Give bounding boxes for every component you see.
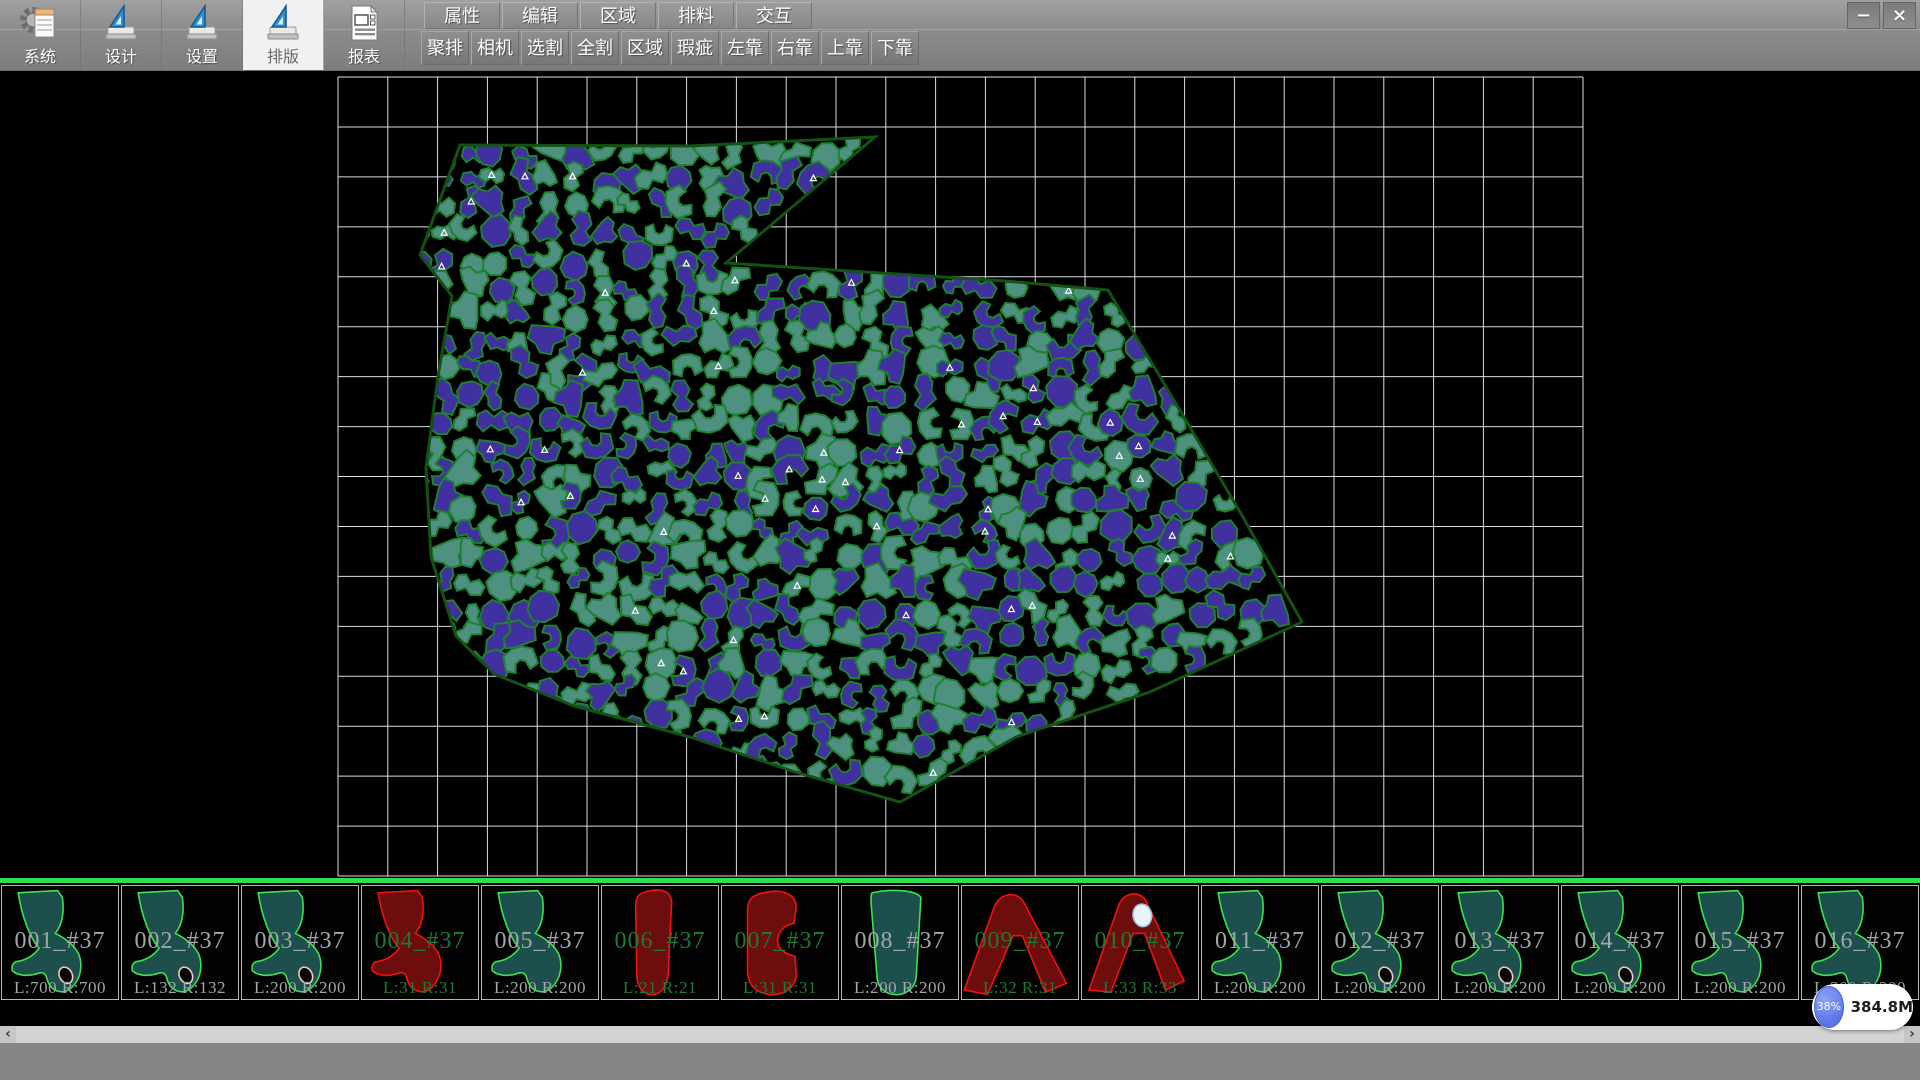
- tool-cut-selected[interactable]: 选割: [521, 31, 569, 65]
- piece-id-label: 005_#37: [482, 928, 598, 955]
- tab-edit[interactable]: 编辑: [502, 2, 578, 29]
- piece-id-label: 007_#37: [722, 928, 838, 955]
- app-button-settings[interactable]: 设置: [162, 0, 243, 70]
- status-bar: [0, 1043, 1920, 1080]
- nesting-canvas[interactable]: [0, 70, 1920, 878]
- piece-thumbnail-008[interactable]: 008_#37 L:200 R:200: [841, 885, 959, 1000]
- piece-counts-label: L:31 R:31: [722, 978, 838, 998]
- piece-thumbnail-002[interactable]: 002_#37 L:132 R:132: [121, 885, 239, 1000]
- tool-align-top[interactable]: 上靠: [821, 31, 869, 65]
- piece-thumbnail-009[interactable]: 009_#37 L:32 R:31: [961, 885, 1079, 1000]
- minimize-button[interactable]: −: [1847, 2, 1880, 29]
- piece-counts-label: L:200 R:200: [242, 978, 358, 998]
- scroll-right-arrow[interactable]: ›: [1904, 1026, 1920, 1043]
- tool-align-bottom[interactable]: 下靠: [871, 31, 919, 65]
- piece-counts-label: L:31 R:31: [362, 978, 478, 998]
- piece-id-label: 013_#37: [1442, 928, 1558, 955]
- piece-id-label: 006_#37: [602, 928, 718, 955]
- memory-value: 384.8M: [1851, 998, 1913, 1016]
- tool-align-right[interactable]: 右靠: [771, 31, 819, 65]
- piece-counts-label: L:700 R:700: [2, 978, 118, 998]
- piece-thumbnail-006[interactable]: 006_#37 L:21 R:21: [601, 885, 719, 1000]
- piece-id-label: 003_#37: [242, 928, 358, 955]
- gear-document-icon: [20, 3, 60, 43]
- app-button-label: 设置: [162, 43, 242, 67]
- memory-usage-badge: 38% 384.8M: [1812, 984, 1913, 1030]
- piece-id-label: 009_#37: [962, 928, 1078, 955]
- piece-id-label: 010_#37: [1082, 928, 1198, 955]
- tool-region[interactable]: 区域: [621, 31, 669, 65]
- piece-counts-label: L:21 R:21: [602, 978, 718, 998]
- piece-id-label: 014_#37: [1562, 928, 1678, 955]
- piece-thumbnail-strip: 001_#37L:700 R:700002_#37L:132 R:132003_…: [0, 883, 1920, 1026]
- piece-id-label: 011_#37: [1202, 928, 1318, 955]
- piece-thumbnail-003[interactable]: 003_#37 L:200 R:200: [241, 885, 359, 1000]
- app-button-design[interactable]: 设计: [81, 0, 162, 70]
- piece-counts-label: L:200 R:200: [1562, 978, 1678, 998]
- piece-id-label: 002_#37: [122, 928, 238, 955]
- piece-id-label: 004_#37: [362, 928, 478, 955]
- piece-id-label: 015_#37: [1682, 928, 1798, 955]
- piece-thumbnail-016[interactable]: 016_#37L:200 R:200: [1801, 885, 1919, 1000]
- tab-nesting[interactable]: 排料: [658, 2, 734, 29]
- tool-cluster-nest[interactable]: 聚排: [421, 31, 469, 65]
- app-button-report[interactable]: 报表: [324, 0, 405, 70]
- tool-camera[interactable]: 相机: [471, 31, 519, 65]
- piece-counts-label: L:32 R:31: [962, 978, 1078, 998]
- tab-properties[interactable]: 属性: [424, 2, 500, 29]
- piece-thumbnail-004[interactable]: 004_#37 L:31 R:31: [361, 885, 479, 1000]
- app-mode-buttons: 系统设计设置排版报表: [0, 0, 405, 70]
- piece-id-label: 001_#37: [2, 928, 118, 955]
- app-button-label: 设计: [81, 43, 161, 67]
- app-button-label: 报表: [324, 43, 404, 67]
- main-toolbar: 系统设计设置排版报表 属性编辑区域排料交互 聚排相机选割全割区域瑕疵左靠右靠上靠…: [0, 0, 1920, 71]
- app-button-label: 排版: [243, 43, 323, 67]
- tab-region[interactable]: 区域: [580, 2, 656, 29]
- ruler-icon: [182, 3, 222, 43]
- app-button-system[interactable]: 系统: [0, 0, 81, 70]
- app-button-label: 系统: [0, 43, 80, 67]
- menu-tabs: 属性编辑区域排料交互: [424, 2, 814, 29]
- piece-id-label: 016_#37: [1802, 928, 1918, 955]
- piece-counts-label: L:132 R:132: [122, 978, 238, 998]
- tool-cut-all[interactable]: 全割: [571, 31, 619, 65]
- app-button-layout[interactable]: 排版: [243, 0, 324, 70]
- piece-counts-label: L:200 R:200: [482, 978, 598, 998]
- horizontal-scrollbar[interactable]: ‹ ›: [0, 1026, 1920, 1043]
- piece-thumbnail-001[interactable]: 001_#37 L:700 R:700: [1, 885, 119, 1000]
- piece-thumbnail-015[interactable]: 015_#37 L:200 R:200: [1681, 885, 1799, 1000]
- piece-counts-label: L:200 R:200: [1202, 978, 1318, 998]
- tool-defect[interactable]: 瑕疵: [671, 31, 719, 65]
- piece-id-label: 012_#37: [1322, 928, 1438, 955]
- piece-id-label: 008_#37: [842, 928, 958, 955]
- piece-thumbnail-005[interactable]: 005_#37 L:200 R:200: [481, 885, 599, 1000]
- piece-thumbnail-014[interactable]: 014_#37 L:200 R:200: [1561, 885, 1679, 1000]
- nest-layout-drawing: [0, 70, 1920, 878]
- piece-counts-label: L:200 R:200: [1322, 978, 1438, 998]
- piece-thumbnail-010[interactable]: 010_#37 L:33 R:33: [1081, 885, 1199, 1000]
- piece-thumbnail-013[interactable]: 013_#37 L:200 R:200: [1441, 885, 1559, 1000]
- window-controls: − ×: [1844, 2, 1916, 29]
- piece-counts-label: L:200 R:200: [1682, 978, 1798, 998]
- scroll-left-arrow[interactable]: ‹: [0, 1026, 16, 1043]
- progress-percent-badge: 38%: [1814, 986, 1844, 1028]
- piece-counts-label: L:200 R:200: [842, 978, 958, 998]
- piece-thumbnail-011[interactable]: 011_#37 L:200 R:200: [1201, 885, 1319, 1000]
- report-icon: [344, 3, 384, 43]
- tool-align-left[interactable]: 左靠: [721, 31, 769, 65]
- piece-counts-label: L:200 R:200: [1442, 978, 1558, 998]
- piece-thumbnail-007[interactable]: 007_#37 L:31 R:31: [721, 885, 839, 1000]
- piece-counts-label: L:33 R:33: [1082, 978, 1198, 998]
- tab-interaction[interactable]: 交互: [736, 2, 812, 29]
- ruler-icon: [263, 3, 303, 43]
- piece-thumbnail-012[interactable]: 012_#37 L:200 R:200: [1321, 885, 1439, 1000]
- tool-buttons: 聚排相机选割全割区域瑕疵左靠右靠上靠下靠: [421, 31, 921, 65]
- ruler-icon: [101, 3, 141, 43]
- close-button[interactable]: ×: [1883, 2, 1916, 29]
